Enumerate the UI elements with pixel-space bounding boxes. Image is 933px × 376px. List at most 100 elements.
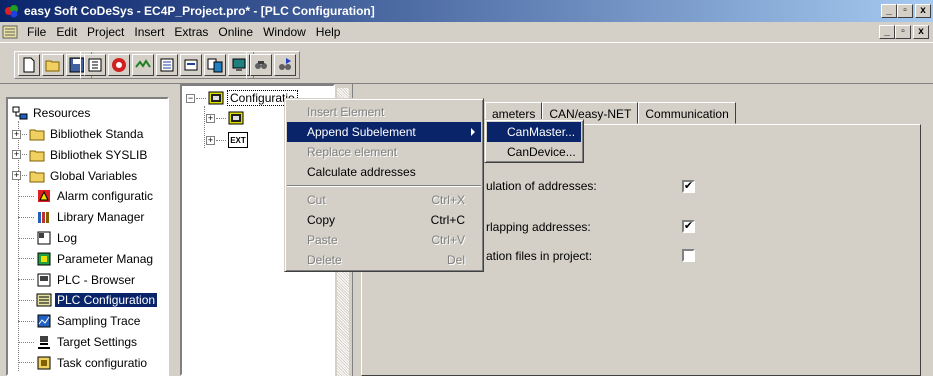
resource-item-label: Log xyxy=(57,231,78,245)
trace-icon xyxy=(37,314,51,328)
resource-item[interactable]: + Bibliothek Standa xyxy=(12,125,145,143)
option-overlapping: rlapping addresses: xyxy=(486,218,591,236)
mdi-close-button[interactable]: x xyxy=(913,25,929,39)
resources-tree-panel[interactable]: Resources + Bibliothek Standa + Bibliothek … xyxy=(6,97,169,376)
resource-item-label: Global Variables xyxy=(50,168,138,183)
compare-icon xyxy=(207,58,223,73)
new-document-button[interactable] xyxy=(18,54,40,76)
config-child-module[interactable]: + xyxy=(206,109,247,127)
menu-calculate-addresses[interactable]: Calculate addresses xyxy=(287,162,481,182)
menu-append-subelement[interactable]: Append Subelement xyxy=(287,122,481,142)
resource-item-label: Bibliothek SYSLIB xyxy=(50,147,148,162)
alarm-icon xyxy=(38,190,50,203)
menu-paste[interactable]: Paste Ctrl+V xyxy=(287,230,481,250)
config-files-checkbox[interactable] xyxy=(682,249,695,262)
title-bar[interactable]: easy Soft CoDeSys - EC4P_Project.pro* - … xyxy=(0,0,933,22)
window-title: easy Soft CoDeSys - EC4P_Project.pro* - … xyxy=(24,4,375,18)
resources-icon xyxy=(12,106,28,120)
context-menu: Insert Element Append Subelement Replace… xyxy=(284,98,484,272)
resource-item[interactable]: Library Manager xyxy=(12,208,146,226)
parameter-icon xyxy=(37,252,51,266)
resource-item[interactable]: Log xyxy=(12,229,79,247)
resource-item-label: Library Manager xyxy=(57,210,145,225)
new-document-icon xyxy=(23,57,35,73)
toolbar-group-find xyxy=(246,51,300,79)
resource-item[interactable]: + Global Variables xyxy=(12,167,139,185)
menu-insert-element[interactable]: Insert Element xyxy=(287,102,481,122)
tree-root-resources[interactable]: Resources xyxy=(12,104,92,122)
submenu-canmaster[interactable]: CanMaster... xyxy=(487,122,581,142)
resource-item[interactable]: Parameter Manag xyxy=(12,250,155,268)
menu-insert[interactable]: Insert xyxy=(129,25,169,39)
overlapping-checkbox[interactable]: ✔ xyxy=(682,220,695,233)
tree-root-label: Resources xyxy=(33,106,91,120)
replace-icon xyxy=(279,58,291,70)
expand-toggle-ext[interactable]: + xyxy=(206,135,215,145)
menu-file[interactable]: File xyxy=(22,25,51,39)
menu-copy[interactable]: Copy Ctrl+C xyxy=(287,210,481,230)
config-child-ext[interactable]: + EXT xyxy=(206,131,251,149)
resource-item[interactable]: + Bibliothek SYSLIB xyxy=(12,146,149,164)
mdi-minimize-button[interactable]: _ xyxy=(879,25,895,39)
ext-icon: EXT xyxy=(228,132,248,148)
replace-button[interactable] xyxy=(274,54,296,76)
resource-item[interactable]: Task configuratio xyxy=(12,354,149,372)
folder-icon xyxy=(29,129,45,141)
resource-item[interactable]: PLC Configuration xyxy=(12,291,158,309)
menu-edit[interactable]: Edit xyxy=(51,25,82,39)
resource-item[interactable]: Sampling Trace xyxy=(12,312,142,330)
find-button[interactable] xyxy=(250,54,272,76)
expand-toggle[interactable]: + xyxy=(12,129,21,139)
expand-toggle[interactable]: + xyxy=(12,150,21,160)
resource-item-label: PLC - Browser xyxy=(57,272,136,287)
menu-cut[interactable]: Cut Ctrl+X xyxy=(287,190,481,210)
stop-button[interactable] xyxy=(108,54,130,76)
tab-communication[interactable]: Communication xyxy=(638,102,736,124)
option-auto-calculate: ulation of addresses: xyxy=(486,177,597,195)
menu-window[interactable]: Window xyxy=(258,25,311,39)
chart-icon xyxy=(184,59,198,71)
resource-item[interactable]: Target Settings xyxy=(12,333,139,351)
expand-toggle-module[interactable]: + xyxy=(206,113,215,123)
chart-button[interactable] xyxy=(180,54,202,76)
auto-calculate-checkbox[interactable]: ✔ xyxy=(682,180,695,193)
submenu-candevice[interactable]: CanDevice... xyxy=(487,142,581,162)
app-icon[interactable] xyxy=(4,3,20,19)
open-button[interactable] xyxy=(42,54,64,76)
check-mark-icon: ✔ xyxy=(683,220,694,232)
minimize-button[interactable]: _ xyxy=(881,4,897,18)
build-icon xyxy=(88,58,102,72)
step-icon xyxy=(135,59,151,68)
resource-item[interactable]: Alarm configuratic xyxy=(12,187,155,205)
menu-online[interactable]: Online xyxy=(213,25,258,39)
browser-icon xyxy=(37,273,51,287)
expand-toggle[interactable]: + xyxy=(12,171,21,181)
resource-item-label: Bibliothek Standa xyxy=(50,127,144,141)
menu-replace-element[interactable]: Replace element xyxy=(287,142,481,162)
menu-extras[interactable]: Extras xyxy=(169,25,213,39)
mdi-restore-button[interactable]: ▫ xyxy=(895,25,911,39)
resource-item-label: Alarm configuratic xyxy=(57,189,154,204)
resource-item[interactable]: PLC - Browser xyxy=(12,271,137,289)
close-button[interactable]: x xyxy=(915,4,931,18)
build-button[interactable] xyxy=(84,54,106,76)
panel-splitter[interactable] xyxy=(172,88,180,376)
submenu-arrow-icon xyxy=(471,128,475,136)
menu-project[interactable]: Project xyxy=(82,25,129,39)
maximize-button[interactable]: ▫ xyxy=(897,4,913,18)
find-icon xyxy=(255,61,267,69)
toolbar xyxy=(0,42,933,84)
folder-icon xyxy=(29,150,45,162)
resource-item-label: Sampling Trace xyxy=(57,314,141,329)
document-icon[interactable] xyxy=(2,25,18,39)
list-button[interactable] xyxy=(156,54,178,76)
menu-delete[interactable]: Delete Del xyxy=(287,250,481,270)
option-label: rlapping addresses: xyxy=(486,220,591,234)
config-root-node[interactable]: − Configuratio xyxy=(186,89,298,107)
module-icon xyxy=(228,111,244,125)
target-icon xyxy=(38,336,50,349)
menu-help[interactable]: Help xyxy=(311,25,346,39)
step-button[interactable] xyxy=(132,54,154,76)
compare-button[interactable] xyxy=(204,54,226,76)
collapse-toggle[interactable]: − xyxy=(186,93,195,103)
